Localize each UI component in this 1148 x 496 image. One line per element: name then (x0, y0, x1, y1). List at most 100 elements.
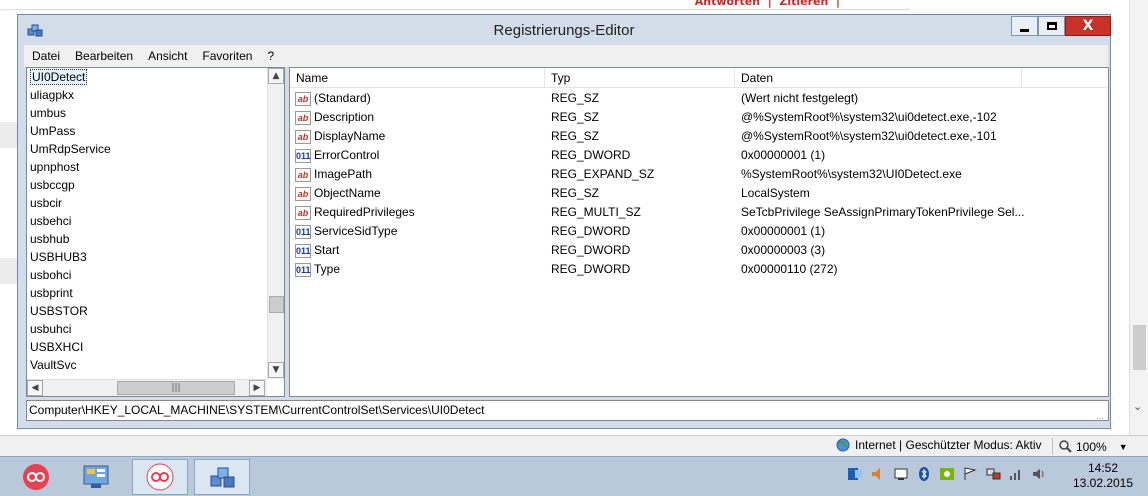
column-header-data[interactable]: Daten (735, 68, 1022, 88)
value-type: REG_SZ (551, 110, 600, 124)
tree-item-ui0detect[interactable]: UI0Detect (27, 68, 269, 86)
menu-bar: Datei Bearbeiten Ansicht Favoriten ? (24, 45, 1108, 67)
tree-item[interactable]: upnphost (27, 158, 269, 176)
tree-horizontal-scrollbar[interactable]: ◀ ||| ▶ (27, 379, 267, 396)
flag-icon[interactable] (961, 465, 979, 483)
tree-item[interactable]: usbhub (27, 230, 269, 248)
value-row[interactable]: ab (Standard) REG_SZ (Wert nicht festgele… (290, 89, 1108, 108)
globe-icon (836, 438, 850, 452)
regedit-icon (210, 467, 235, 488)
value-type: REG_DWORD (551, 224, 631, 238)
bluetooth-icon[interactable] (915, 465, 933, 483)
tree-item[interactable]: usbcir (27, 194, 269, 212)
signal-icon[interactable] (1007, 465, 1025, 483)
value-name: (Standard) (314, 91, 371, 105)
menu-datei[interactable]: Datei (24, 49, 67, 63)
tree-item[interactable]: USBHUB3 (27, 248, 269, 266)
string-value-icon: ab (295, 186, 311, 201)
value-name: Description (314, 110, 375, 124)
taskbar-remote-app-button[interactable] (8, 459, 64, 495)
minimize-button[interactable] (1011, 16, 1038, 36)
value-data: @%SystemRoot%\system32\ui0detect.exe,-10… (741, 110, 997, 124)
binary-value-icon: 011 (295, 224, 311, 239)
value-row[interactable]: 011 Start REG_DWORD 0x00000003 (3) (290, 241, 1108, 260)
taskbar-remote-app-button-2[interactable] (132, 459, 188, 495)
maximize-icon (1046, 22, 1057, 30)
column-header-type[interactable]: Typ (545, 68, 735, 88)
display-icon[interactable] (892, 465, 910, 483)
taskbar-clock[interactable]: 14:52 13.02.2015 (1072, 461, 1134, 491)
tree-item[interactable]: USBXHCI (27, 338, 269, 356)
tree-item[interactable]: usbprint (27, 284, 269, 302)
zoom-control[interactable]: 100% ▼ (1052, 438, 1128, 455)
column-header-empty[interactable] (1022, 68, 1108, 88)
column-header-name[interactable]: Name (290, 68, 545, 88)
value-row[interactable]: 011 Type REG_DWORD 0x00000110 (272) (290, 260, 1108, 279)
zoom-level: 100% (1076, 439, 1107, 454)
registry-path: Computer\HKEY_LOCAL_MACHINE\SYSTEM\Curre… (29, 403, 485, 417)
value-row[interactable]: ab Description REG_SZ @%SystemRoot%\syste… (290, 108, 1108, 127)
value-data: SeTcbPrivilege SeAssignPrimaryTokenPrivi… (741, 205, 1025, 219)
value-name-cell: 011 Start (295, 241, 545, 260)
tree-item-label: UI0Detect (30, 69, 88, 85)
value-data: LocalSystem (741, 186, 810, 200)
tree-item[interactable]: usbuhci (27, 320, 269, 338)
maximize-button[interactable] (1038, 16, 1065, 36)
title-bar[interactable]: Registrierungs-Editor X (18, 15, 1111, 45)
value-list-header: Name Typ Daten (290, 68, 1108, 88)
volume-icon[interactable] (1030, 465, 1048, 483)
tree-item[interactable]: VaultSvc (27, 356, 269, 374)
taskbar-regedit-button[interactable] (194, 459, 250, 495)
value-data: 0x00000001 (1) (741, 224, 826, 238)
security-zone[interactable]: Internet | Geschützter Modus: Aktiv (836, 438, 1042, 452)
clock-date: 13.02.2015 (1072, 476, 1134, 490)
tree-vertical-scroll-thumb[interactable] (269, 296, 284, 313)
string-value-icon: ab (295, 110, 311, 125)
value-name-cell: ab Description (295, 108, 545, 127)
speaker-icon[interactable] (869, 465, 887, 483)
tree-vertical-scrollbar[interactable]: ▲ ▼ (267, 68, 284, 379)
value-row[interactable]: ab ImagePath REG_EXPAND_SZ %SystemRoot%\s… (290, 165, 1108, 184)
value-type: REG_DWORD (551, 262, 631, 276)
zoom-icon (1059, 440, 1072, 453)
browser-scrollbar[interactable]: ⌄ (1129, 0, 1148, 435)
value-row[interactable]: ab RequiredPrivileges REG_MULTI_SZ SeTcbP… (290, 203, 1108, 222)
outlook-icon[interactable] (846, 465, 864, 483)
scroll-left-icon[interactable]: ◀ (27, 380, 43, 396)
value-row[interactable]: 011 ErrorControl REG_DWORD 0x00000001 (1) (290, 146, 1108, 165)
menu-bearbeiten[interactable]: Bearbeiten (67, 49, 140, 63)
chevron-down-icon[interactable]: ▼ (1119, 442, 1128, 452)
string-value-icon: ab (295, 205, 311, 220)
value-data: (Wert nicht festgelegt) (741, 91, 859, 105)
menu-help[interactable]: ? (259, 49, 281, 63)
tree-item[interactable]: uliagpkx (27, 86, 269, 104)
resize-grip-icon[interactable]: ⋯ (1096, 409, 1104, 423)
menu-ansicht[interactable]: Ansicht (140, 49, 194, 63)
tree-item[interactable]: usbehci (27, 212, 269, 230)
tree-item[interactable]: usbohci (27, 266, 269, 284)
value-row[interactable]: 011 ServiceSidType REG_DWORD 0x00000001 (… (290, 222, 1108, 241)
background-edge (0, 258, 18, 284)
scroll-down-icon[interactable]: ▼ (268, 362, 284, 378)
browser-scrollbar-thumb[interactable] (1133, 325, 1146, 370)
tree-item[interactable]: umbus (27, 104, 269, 122)
value-type: REG_DWORD (551, 243, 631, 257)
tree-horizontal-scroll-thumb[interactable]: ||| (117, 381, 235, 395)
menu-favoriten[interactable]: Favoriten (194, 49, 259, 63)
network-icon[interactable] (984, 465, 1002, 483)
nvidia-icon[interactable] (938, 465, 956, 483)
value-row[interactable]: ab ObjectName REG_SZ LocalSystem (290, 184, 1108, 203)
tree-item[interactable]: usbccgp (27, 176, 269, 194)
value-row[interactable]: ab DisplayName REG_SZ @%SystemRoot%\syste… (290, 127, 1108, 146)
value-name: ServiceSidType (314, 224, 398, 238)
browser-scroll-down-icon[interactable]: ⌄ (1133, 400, 1142, 413)
scroll-right-icon[interactable]: ▶ (249, 380, 265, 396)
tree-item[interactable]: USBSTOR (27, 302, 269, 320)
tree-item[interactable]: UmRdpService (27, 140, 269, 158)
scroll-up-icon[interactable]: ▲ (268, 68, 284, 84)
minimize-icon (1020, 28, 1029, 32)
value-type: REG_EXPAND_SZ (551, 167, 655, 181)
close-button[interactable]: X (1065, 16, 1111, 36)
tree-item[interactable]: UmPass (27, 122, 269, 140)
taskbar-server-manager-button[interactable] (68, 459, 124, 495)
